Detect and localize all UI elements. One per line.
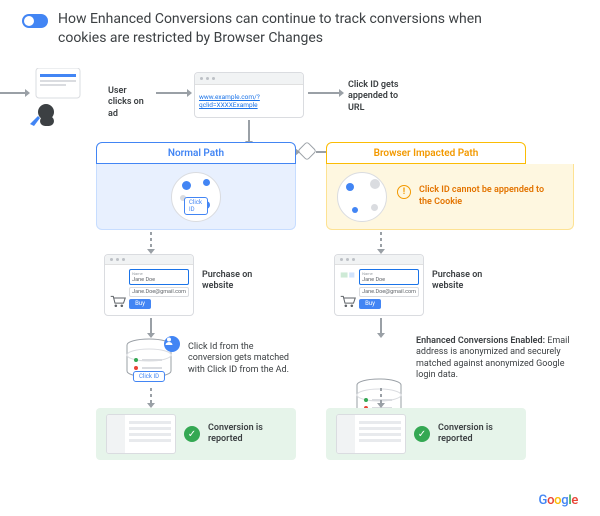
- conversion-reported-normal: ✓ Conversion is reported: [96, 408, 296, 460]
- purchase-form-impacted: NameJane Doe Jane.Doe@gmail.com Buy: [334, 254, 424, 316]
- db-desc-enhanced: Enhanced Conversions Enabled: Email addr…: [416, 336, 576, 381]
- purchase-label-impacted: Purchase on website: [432, 270, 492, 293]
- arrow: [308, 92, 340, 94]
- person-illustration: [30, 68, 84, 126]
- check-icon: ✓: [184, 426, 200, 442]
- clickid-tag: Click ID: [184, 197, 208, 215]
- step-clickid-appended: Click ID gets appended to URL: [348, 80, 404, 114]
- warning-icon: !: [397, 185, 411, 199]
- clickid-db-tag: Click ID: [133, 371, 165, 382]
- form-name-field: NameJane Doe: [129, 269, 189, 285]
- browser-url-box: www.example.com/?qclid=XXXXExample: [194, 72, 304, 118]
- arrow: [156, 92, 188, 94]
- form-email-field: Jane.Doe@gmail.com: [129, 287, 189, 297]
- arrow: [150, 388, 152, 404]
- example-url: www.example.com/?qclid=XXXXExample: [195, 85, 303, 117]
- arrow: [380, 388, 382, 404]
- cart-icon: [109, 269, 126, 311]
- toggle-switch: [22, 14, 48, 28]
- arrow: [150, 318, 152, 334]
- step-user-clicks: User clicks on ad: [108, 86, 148, 120]
- form-email-field: Jane.Doe@gmail.com: [359, 287, 419, 297]
- conversion-reported-enhanced: ✓ Conversion is reported: [326, 408, 526, 460]
- database-normal: Click ID: [124, 338, 174, 378]
- arrow: [248, 120, 250, 142]
- cookie-broken-icon: [337, 172, 387, 222]
- conversion-text: Conversion is reported: [438, 423, 508, 446]
- junction-icon: [297, 141, 317, 161]
- arrow: [380, 318, 382, 334]
- browser-impacted-header: Browser Impacted Path: [326, 142, 526, 164]
- arrow: [0, 92, 26, 94]
- cart-icon: [339, 269, 356, 311]
- buy-button: Buy: [359, 299, 381, 309]
- form-name-field: NameJane Doe: [359, 269, 419, 285]
- browser-cookie-box: ! Click ID cannot be appended to the Coo…: [326, 164, 574, 230]
- diagram-title: How Enhanced Conversions can continue to…: [58, 10, 498, 48]
- conversion-text: Conversion is reported: [208, 423, 278, 446]
- arrow: [150, 232, 152, 250]
- normal-cookie-box: Click ID: [96, 164, 296, 230]
- user-badge-icon: [164, 336, 180, 352]
- purchase-form-normal: NameJane Doe Jane.Doe@gmail.com Buy: [104, 254, 194, 316]
- purchase-label-normal: Purchase on website: [202, 270, 262, 293]
- cookie-warning-text: Click ID cannot be appended to the Cooki…: [419, 185, 549, 208]
- arrow: [380, 232, 382, 250]
- buy-button: Buy: [129, 299, 151, 309]
- check-icon: ✓: [414, 426, 430, 442]
- cookie-icon: Click ID: [171, 172, 221, 222]
- google-logo: Google: [539, 493, 578, 508]
- db-desc-normal: Click Id from the conversion gets matche…: [188, 342, 298, 376]
- report-screenshot-icon: [106, 414, 176, 454]
- normal-path-header: Normal Path: [96, 142, 296, 164]
- report-screenshot-icon: [336, 414, 406, 454]
